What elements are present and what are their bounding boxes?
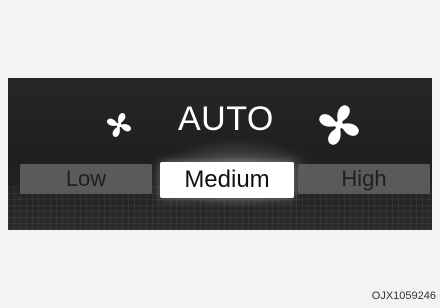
speed-medium-button[interactable]: Medium — [160, 162, 294, 198]
speed-low-button[interactable]: Low — [20, 164, 152, 194]
climate-fan-panel: AUTO Low Medium High — [8, 78, 432, 230]
auto-mode-row: AUTO — [8, 88, 432, 145]
speed-high-button[interactable]: High — [298, 164, 430, 194]
fan-small-icon — [107, 113, 131, 137]
fan-speed-selector: Low Medium High — [8, 162, 432, 202]
fan-large-icon — [319, 105, 359, 145]
auto-mode-label[interactable]: AUTO — [178, 100, 288, 139]
figure-code: OJX1059246 — [371, 290, 436, 302]
